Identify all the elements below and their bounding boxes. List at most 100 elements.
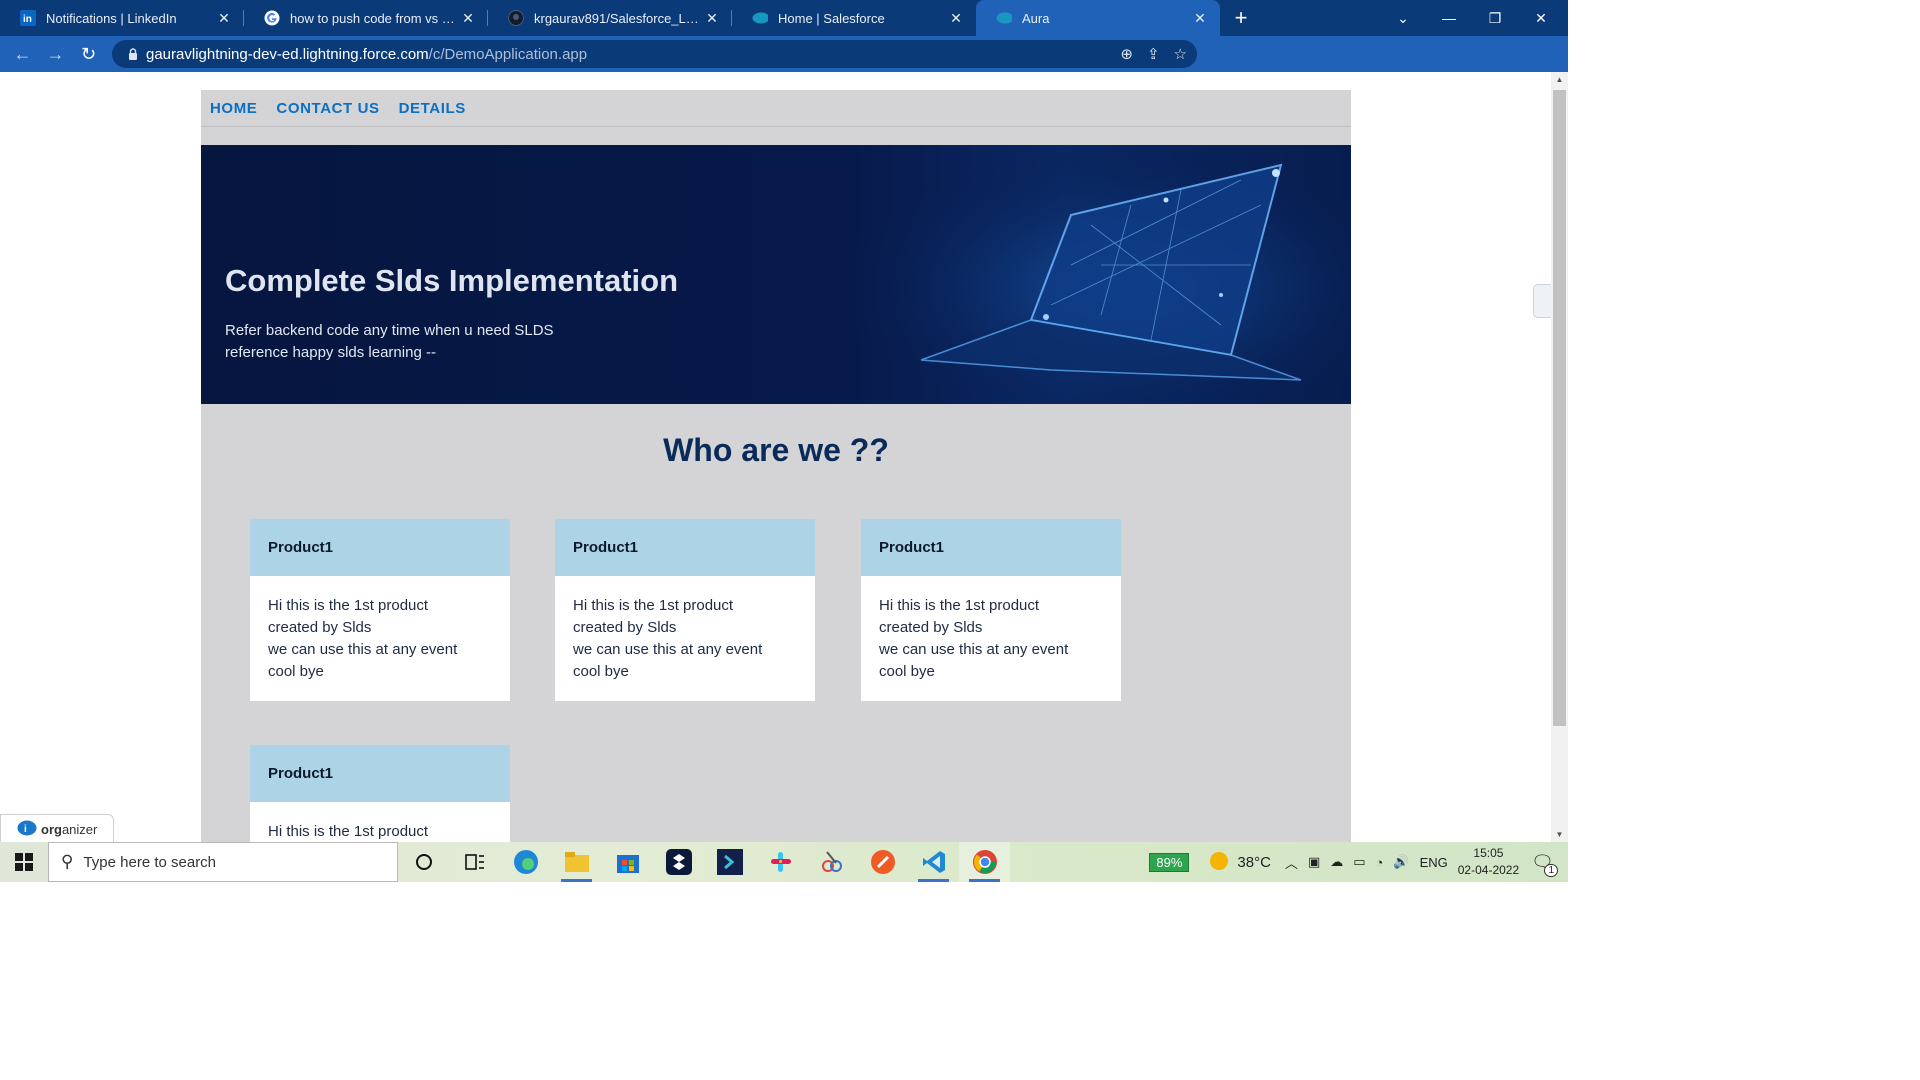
edge-icon[interactable] xyxy=(500,842,551,882)
battery-indicator[interactable]: 89% xyxy=(1149,852,1190,872)
store-icon[interactable] xyxy=(602,842,653,882)
url-input[interactable]: gauravlightning-dev-ed.lightning.force.c… xyxy=(112,40,1197,68)
product-card: Product1 Hi this is the 1st product crea… xyxy=(555,519,815,701)
card-title: Product1 xyxy=(250,745,510,802)
task-view-icon[interactable] xyxy=(449,842,500,882)
card-line: Hi this is the 1st product xyxy=(879,597,1040,614)
file-explorer-icon[interactable] xyxy=(551,842,602,882)
tab-aura[interactable]: Aura ✕ xyxy=(976,0,1220,36)
salesforce-icon xyxy=(996,10,1012,26)
close-tab-icon[interactable]: ✕ xyxy=(216,10,232,27)
card-body: Hi this is the 1st product created by Sl… xyxy=(555,576,815,701)
browser-tab-strip: in Notifications | LinkedIn ✕ how to pus… xyxy=(0,0,1568,36)
product-card: Product1 Hi this is the 1st product xyxy=(250,745,510,842)
card-body: Hi this is the 1st product created by Sl… xyxy=(861,576,1121,701)
tab-google-search[interactable]: how to push code from vs code t ✕ xyxy=(244,0,488,36)
system-clock[interactable]: 15:05 02-04-2022 xyxy=(1458,845,1519,879)
close-tab-icon[interactable]: ✕ xyxy=(1192,10,1208,27)
url-path: /c/DemoApplication.app xyxy=(428,45,588,63)
postman-icon[interactable] xyxy=(857,842,908,882)
linkedin-icon: in xyxy=(20,10,36,26)
volume-icon[interactable]: 🔊 xyxy=(1393,854,1409,870)
wifi-icon[interactable]: ◔ xyxy=(1376,855,1384,870)
section-title: Who are we ?? xyxy=(663,432,889,468)
url-host: gauravlightning-dev-ed.lightning.force.c… xyxy=(146,45,429,63)
tab-search-icon[interactable]: ⌄ xyxy=(1380,10,1426,27)
snipping-tool-icon[interactable] xyxy=(806,842,857,882)
zoom-icon[interactable]: ⊕ xyxy=(1120,45,1133,63)
card-line: we can use this at any event xyxy=(268,641,458,658)
tab-title: krgaurav891/Salesforce_LDS_Imp xyxy=(534,10,704,26)
close-tab-icon[interactable]: ✕ xyxy=(460,10,476,27)
windows-taskbar: ⚲ Type here to search 89% 38°C ︿ ▣ ☁ ▭ ◔… xyxy=(0,842,1568,882)
cortana-icon[interactable] xyxy=(398,842,449,882)
close-window-icon[interactable]: ✕ xyxy=(1518,10,1564,27)
notification-center-icon[interactable]: 🗨 1 xyxy=(1531,852,1558,877)
page-viewport: HOME CONTACT US DETAILS Complete Slds Im… xyxy=(0,72,1551,842)
meet-now-icon[interactable]: ▣ xyxy=(1308,854,1320,870)
language-indicator[interactable]: ENG xyxy=(1420,855,1448,870)
nav-details[interactable]: DETAILS xyxy=(399,100,466,117)
back-icon[interactable]: ← xyxy=(6,44,39,65)
scroll-down-icon[interactable]: ▼ xyxy=(1551,830,1568,839)
card-line: created by Slds xyxy=(879,619,983,636)
active-indicator xyxy=(969,879,1000,882)
restore-icon[interactable]: ❐ xyxy=(1472,10,1518,27)
active-indicator xyxy=(918,879,949,882)
taskbar-search-box[interactable]: ⚲ Type here to search xyxy=(48,842,398,882)
address-bar-row: ← → ↻ gauravlightning-dev-ed.lightning.f… xyxy=(0,36,1568,101)
card-line: cool bye xyxy=(573,663,629,680)
google-icon xyxy=(264,10,280,26)
nav-home[interactable]: HOME xyxy=(210,100,257,117)
reload-icon[interactable]: ↻ xyxy=(72,44,105,65)
slds-app: HOME CONTACT US DETAILS Complete Slds Im… xyxy=(201,90,1351,842)
minimize-icon[interactable]: — xyxy=(1426,10,1472,26)
organizer-logo-icon: i xyxy=(17,820,37,839)
card-line: cool bye xyxy=(268,663,324,680)
weather-sun-icon[interactable] xyxy=(1209,851,1229,874)
close-tab-icon[interactable]: ✕ xyxy=(948,10,964,27)
card-title: Product1 xyxy=(250,519,510,576)
close-tab-icon[interactable]: ✕ xyxy=(704,10,720,27)
card-line: created by Slds xyxy=(573,619,677,636)
hero-banner: Complete Slds Implementation Refer backe… xyxy=(201,145,1351,404)
tab-title: Notifications | LinkedIn xyxy=(46,10,177,26)
tab-linkedin[interactable]: in Notifications | LinkedIn ✕ xyxy=(0,0,244,36)
product-card: Product1 Hi this is the 1st product crea… xyxy=(250,519,510,701)
side-panel-toggle[interactable] xyxy=(1533,284,1551,318)
slack-icon[interactable] xyxy=(755,842,806,882)
search-icon: ⚲ xyxy=(61,852,74,871)
tab-github[interactable]: krgaurav891/Salesforce_LDS_Imp ✕ xyxy=(488,0,732,36)
vscode-icon[interactable] xyxy=(908,842,959,882)
windows-start-icon[interactable] xyxy=(0,842,48,882)
clock-date: 02-04-2022 xyxy=(1457,863,1520,877)
weather-temperature[interactable]: 38°C xyxy=(1237,854,1271,871)
card-line: created by Slds xyxy=(268,619,372,636)
scrollbar-thumb[interactable] xyxy=(1553,90,1566,726)
forward-icon[interactable]: → xyxy=(39,44,72,65)
scroll-up-icon[interactable]: ▲ xyxy=(1551,75,1568,84)
nav-contact-us[interactable]: CONTACT US xyxy=(276,100,379,117)
chrome-icon[interactable] xyxy=(959,842,1010,882)
dropbox-icon[interactable] xyxy=(653,842,704,882)
organizer-label-suffix: anizer xyxy=(61,821,98,837)
tab-title: Home | Salesforce xyxy=(778,10,885,26)
salesforce-icon xyxy=(752,10,768,26)
onedrive-icon[interactable]: ☁ xyxy=(1330,854,1343,870)
powershell-icon[interactable] xyxy=(704,842,755,882)
notification-count: 1 xyxy=(1544,863,1558,877)
svg-text:i: i xyxy=(24,824,27,835)
organizer-widget[interactable]: i org anizer xyxy=(0,814,114,844)
page-scrollbar[interactable]: ▲ ▼ xyxy=(1551,72,1568,842)
card-line: we can use this at any event xyxy=(573,641,763,658)
bookmark-star-icon[interactable]: ☆ xyxy=(1174,45,1187,63)
svg-text:in: in xyxy=(23,14,32,25)
lock-icon[interactable] xyxy=(120,48,146,60)
clock-time: 15:05 xyxy=(1473,846,1504,860)
battery-icon[interactable]: ▭ xyxy=(1353,854,1365,870)
tab-salesforce-home[interactable]: Home | Salesforce ✕ xyxy=(732,0,976,36)
share-icon[interactable]: ⇪ xyxy=(1147,45,1160,63)
tab-title: how to push code from vs code t xyxy=(290,10,460,26)
show-hidden-icons-icon[interactable]: ︿ xyxy=(1285,853,1298,872)
new-tab-button[interactable]: + xyxy=(1226,5,1256,31)
